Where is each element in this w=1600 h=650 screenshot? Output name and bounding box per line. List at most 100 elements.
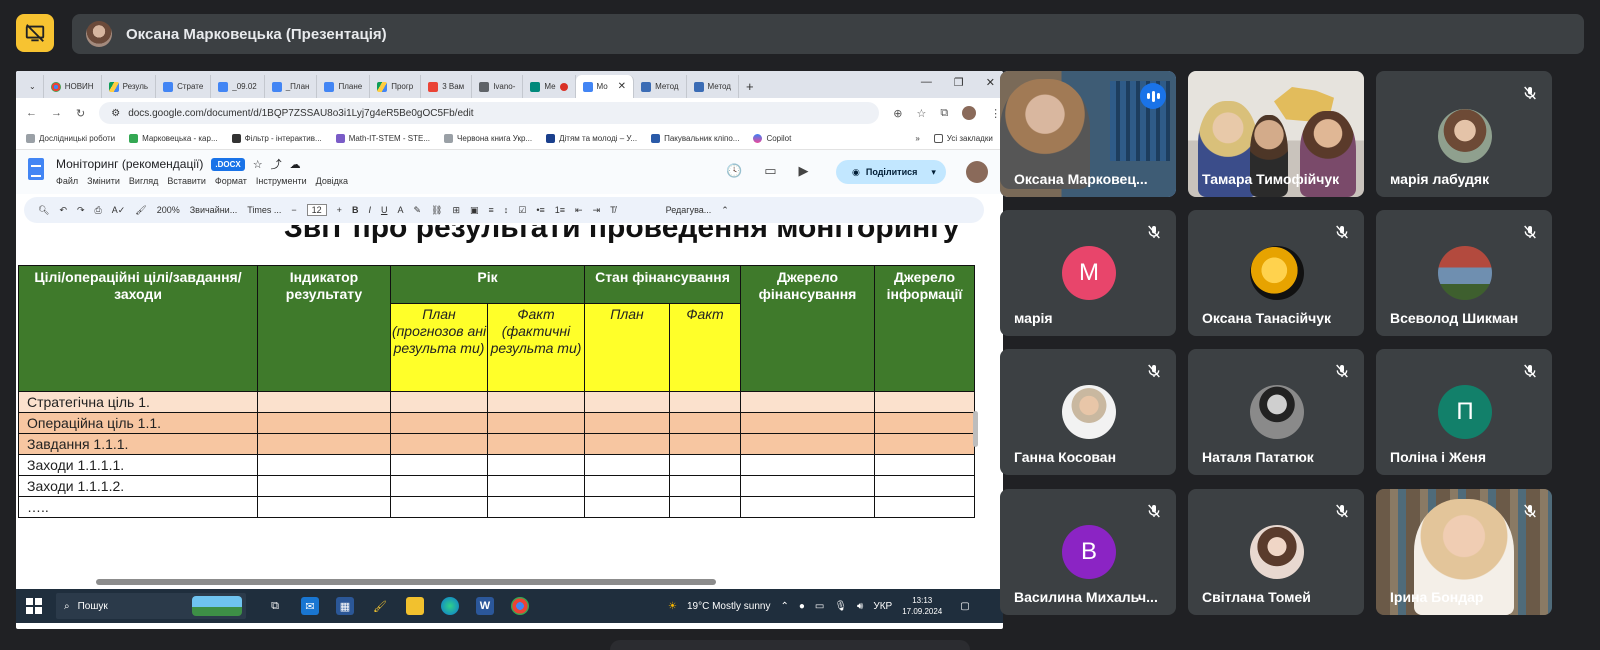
mail-icon[interactable]: ✉ <box>301 597 319 615</box>
font-size-increase[interactable]: + <box>337 205 342 215</box>
style-select[interactable]: Звичайни... <box>190 205 237 215</box>
table-cell[interactable] <box>740 412 875 434</box>
chrome-icon[interactable] <box>511 597 529 615</box>
spellcheck-icon[interactable]: A✓ <box>112 205 126 216</box>
table-cell[interactable] <box>584 496 670 518</box>
table-cell[interactable] <box>669 475 741 497</box>
table-cell[interactable] <box>390 391 488 413</box>
bold-icon[interactable]: B <box>352 205 359 215</box>
table-cell[interactable] <box>487 391 585 413</box>
docs-logo-icon[interactable] <box>28 158 44 180</box>
indent-decrease-icon[interactable]: ⇤ <box>575 205 583 216</box>
redo-icon[interactable]: ↷ <box>77 205 85 216</box>
text-color-icon[interactable]: A <box>397 205 403 215</box>
table-cell[interactable] <box>740 454 875 476</box>
store-icon[interactable]: ▦ <box>336 597 354 615</box>
table-cell[interactable] <box>584 391 670 413</box>
bookmark-folder[interactable]: Усі закладки <box>933 134 993 143</box>
tray-chevron-icon[interactable]: ⌃ <box>780 601 788 612</box>
browser-tab[interactable]: Страте <box>156 75 212 98</box>
row-label[interactable]: Операційна ціль 1.1. <box>18 412 258 434</box>
input-language[interactable]: УКР <box>873 601 892 612</box>
font-size-decrease[interactable]: − <box>291 205 296 215</box>
participant-tile[interactable]: Оксана Марковец... <box>1000 71 1176 197</box>
clear-format-icon[interactable]: T̸ <box>610 205 616 215</box>
taskbar-search[interactable]: ⌕ Пошук <box>56 593 246 619</box>
profile-avatar[interactable] <box>962 106 977 120</box>
collapse-toolbar-icon[interactable]: ⌃ <box>721 205 729 216</box>
indent-increase-icon[interactable]: ⇥ <box>593 205 601 216</box>
network-icon[interactable]: ▭ <box>815 601 824 612</box>
row-label[interactable]: Заходи 1.1.1.2. <box>18 475 258 497</box>
back-icon[interactable]: ← <box>26 107 37 119</box>
file-explorer-icon[interactable] <box>406 597 424 615</box>
browser-tab[interactable]: Метод <box>634 75 687 98</box>
table-cell[interactable] <box>669 391 741 413</box>
bookmark-item[interactable]: Дітям та молоді – У... <box>546 134 637 143</box>
table-cell[interactable] <box>584 475 670 497</box>
browser-tab[interactable]: Плане <box>317 75 371 98</box>
minimize-icon[interactable]: — <box>921 76 932 89</box>
paint-format-icon[interactable]: 🖌︎ <box>135 205 146 216</box>
line-spacing-icon[interactable]: ↕ <box>504 205 509 215</box>
tab-list-chevron[interactable]: ⌄ <box>22 75 44 98</box>
font-select[interactable]: Times ... <box>247 205 281 215</box>
doc-title[interactable]: Моніторинг (рекомендації) <box>56 157 203 171</box>
numbered-list-icon[interactable]: 1≡ <box>555 205 565 215</box>
table-cell[interactable] <box>669 454 741 476</box>
zoom-select[interactable]: 200% <box>157 205 180 215</box>
new-tab-button[interactable]: + <box>739 75 761 98</box>
taskbar-clock[interactable]: 13:13 17.09.2024 <box>902 595 942 617</box>
participant-tile[interactable]: марія лабудяк <box>1376 71 1552 197</box>
participant-tile[interactable]: П Поліна і Женя <box>1376 349 1552 475</box>
table-cell[interactable] <box>740 391 875 413</box>
browser-tab-active[interactable]: Mo ✕ <box>575 75 635 98</box>
table-cell[interactable] <box>487 433 585 455</box>
row-label[interactable]: Заходи 1.1.1.1. <box>18 454 258 476</box>
table-cell[interactable] <box>740 496 875 518</box>
table-cell[interactable] <box>740 433 875 455</box>
underline-icon[interactable]: U <box>381 205 388 215</box>
bookmark-item[interactable]: Copilot <box>753 134 791 143</box>
bullet-list-icon[interactable]: •≡ <box>536 205 544 215</box>
bookmark-item[interactable]: Червона книга Укр... <box>444 134 532 143</box>
print-icon[interactable]: ⎙ <box>95 205 102 216</box>
search-icon[interactable]: 🔍︎ <box>38 205 49 216</box>
tray-apps-icon[interactable]: ● <box>799 601 805 612</box>
participant-tile[interactable]: Тамара Тимофійчук <box>1188 71 1364 197</box>
edge-icon[interactable] <box>441 597 459 615</box>
participant-tile[interactable]: Наталя Пататюк <box>1188 349 1364 475</box>
windows-start-icon[interactable] <box>26 598 42 614</box>
table-cell[interactable] <box>487 496 585 518</box>
browser-tab[interactable]: _09.02 <box>211 75 265 98</box>
task-view-icon[interactable]: ⧉ <box>266 597 284 615</box>
table-cell[interactable] <box>390 433 488 455</box>
weather-text[interactable]: 19°C Mostly sunny <box>687 601 770 612</box>
share-button[interactable]: ◉ Поділитися ▾ <box>836 160 946 184</box>
account-avatar[interactable] <box>966 161 988 183</box>
close-window-icon[interactable]: ✕ <box>986 76 995 89</box>
browser-tab[interactable]: НОВИН <box>44 75 102 98</box>
table-cell[interactable] <box>257 475 391 497</box>
site-info-icon[interactable]: ⚙ <box>111 108 120 119</box>
row-label[interactable]: Завдання 1.1.1. <box>18 433 258 455</box>
browser-tab[interactable]: _План <box>265 75 318 98</box>
undo-icon[interactable]: ↶ <box>59 205 67 216</box>
menu-view[interactable]: Вигляд <box>129 176 159 186</box>
maximize-icon[interactable]: ❐ <box>954 76 964 89</box>
participant-tile[interactable]: М марія <box>1000 210 1176 336</box>
extensions-icon[interactable]: ⧉ <box>940 107 948 120</box>
row-label[interactable]: Стратегічна ціль 1. <box>18 391 258 413</box>
table-cell[interactable] <box>390 496 488 518</box>
table-cell[interactable] <box>874 454 975 476</box>
table-cell[interactable] <box>487 454 585 476</box>
word-icon[interactable]: W <box>476 597 494 615</box>
horizontal-scrollbar[interactable] <box>96 579 716 585</box>
zoom-icon[interactable]: ⊕ <box>893 107 902 120</box>
cloud-icon[interactable]: ☁ <box>290 158 301 171</box>
paint-icon[interactable]: 🖌︎ <box>371 597 389 615</box>
star-icon[interactable]: ☆ <box>253 158 263 171</box>
notifications-icon[interactable]: ▢ <box>960 601 969 612</box>
close-tab-icon[interactable]: ✕ <box>618 81 626 92</box>
participant-tile[interactable]: Всеволод Шикман <box>1376 210 1552 336</box>
